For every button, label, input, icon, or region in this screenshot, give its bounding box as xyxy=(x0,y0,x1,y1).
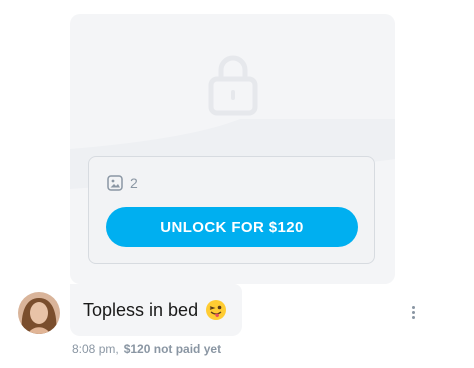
locked-media-card: 2 UNLOCK FOR $120 xyxy=(70,14,395,284)
unlock-button[interactable]: UNLOCK FOR $120 xyxy=(106,207,358,247)
winking-face-with-tongue-emoji xyxy=(206,300,227,320)
avatar-image xyxy=(18,292,60,334)
media-count-value: 2 xyxy=(130,175,138,191)
message-time: 8:08 pm, xyxy=(72,342,119,356)
more-options-button[interactable] xyxy=(406,304,420,324)
payment-status: $120 not paid yet xyxy=(123,342,222,356)
message-caption: Topless in bed xyxy=(83,299,199,320)
message-bubble: Topless in bed xyxy=(70,284,242,336)
unlock-panel: 2 UNLOCK FOR $120 xyxy=(88,156,375,264)
image-icon xyxy=(107,175,123,191)
media-count: 2 xyxy=(107,175,138,191)
lock-icon xyxy=(208,55,258,116)
more-vertical-icon xyxy=(411,306,415,309)
avatar[interactable] xyxy=(18,292,60,334)
message-meta: 8:08 pm, $120 not paid yet xyxy=(72,342,221,356)
